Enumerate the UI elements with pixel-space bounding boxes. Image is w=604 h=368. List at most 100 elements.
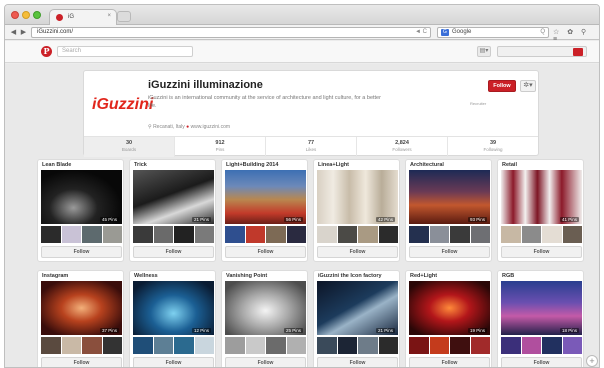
board-cover-image: 45 Pins (41, 170, 122, 224)
board-pin-count: 45 Pins (99, 217, 119, 222)
board-cover-image: 93 Pins (409, 170, 490, 224)
url-text: iGuzzini.com/ (37, 29, 74, 35)
stat-followers[interactable]: 2,824 Followers (357, 137, 448, 157)
board-cover-image: 56 Pins (225, 170, 306, 224)
board-card[interactable]: RGB 18 Pins Follow (497, 270, 584, 367)
board-card[interactable]: Trick 21 Pins Follow (129, 159, 216, 262)
board-pin-count: 21 Pins (375, 328, 395, 333)
main-content: iGuzzini iGuzzini illuminazione iGuzzini… (5, 64, 599, 367)
profile-meta: Recruiter (470, 101, 487, 106)
board-title: Vanishing Point (226, 273, 268, 279)
board-title: Instagram (42, 273, 69, 279)
forward-icon[interactable]: ▶ (19, 28, 28, 37)
board-card[interactable]: Architectural 93 Pins Follow (405, 159, 492, 262)
board-pin-count: 42 Pins (375, 217, 395, 222)
board-cover-image: 21 Pins (317, 281, 398, 335)
board-pin-count: 19 Pins (467, 328, 487, 333)
browser-tab[interactable]: iG × (49, 9, 117, 25)
pinterest-search-input[interactable]: Search (57, 46, 193, 57)
board-title: Light+Building 2014 (226, 162, 279, 168)
board-pin-count: 56 Pins (283, 217, 303, 222)
notification-icon[interactable] (573, 48, 583, 56)
board-follow-button[interactable]: Follow (409, 357, 490, 367)
board-thumbnails (501, 337, 582, 354)
board-follow-button[interactable]: Follow (225, 246, 306, 258)
board-card[interactable]: Light+Building 2014 56 Pins Follow (221, 159, 308, 262)
close-window-button[interactable] (11, 11, 19, 19)
board-title: Linea+Light (318, 162, 350, 168)
board-card[interactable]: Retail 41 Pins Follow (497, 159, 584, 262)
board-thumbnails (501, 226, 582, 243)
profile-location: ⚲ Recanati, Italy ● www.iguzzini.com (148, 124, 230, 130)
follow-all-button[interactable]: Follow (488, 80, 516, 92)
board-card[interactable]: Instagram 37 Pins Follow (37, 270, 124, 367)
board-cover-image: 19 Pins (409, 281, 490, 335)
board-cover-image: 21 Pins (133, 170, 214, 224)
board-follow-button[interactable]: Follow (133, 246, 214, 258)
board-follow-button[interactable]: Follow (317, 357, 398, 367)
board-thumbnails (317, 226, 398, 243)
stat-boards[interactable]: 30 Boards (84, 137, 175, 157)
reload-icon[interactable]: ◄ C (415, 28, 427, 37)
board-title: Red+Light (410, 273, 438, 279)
profile-name: iGuzzini illuminazione (148, 79, 263, 91)
board-follow-button[interactable]: Follow (133, 357, 214, 367)
board-follow-button[interactable]: Follow (41, 357, 122, 367)
pinterest-header: P Search ▤▾ (5, 41, 599, 63)
board-pin-count: 25 Pins (283, 328, 303, 333)
board-cover-image: 12 Pins (133, 281, 214, 335)
location-text: Recanati, Italy (153, 124, 185, 130)
board-pin-count: 21 Pins (191, 217, 211, 222)
screenshot-frame: iG × ◀ ▶ iGuzzini.com/ ◄ C G Google Q ☆ … (0, 0, 604, 368)
board-thumbnails (41, 337, 122, 354)
pinterest-favicon-icon (56, 14, 63, 21)
board-pin-count: 18 Pins (559, 328, 579, 333)
board-card[interactable]: Wellness 12 Pins Follow (129, 270, 216, 367)
settings-gear-icon[interactable]: ✲▾ (520, 80, 536, 92)
back-icon[interactable]: ◀ (9, 28, 18, 37)
board-cover-image: 25 Pins (225, 281, 306, 335)
board-follow-button[interactable]: Follow (409, 246, 490, 258)
stat-pins[interactable]: 912 Pins (175, 137, 266, 157)
browser-window: iG × ◀ ▶ iGuzzini.com/ ◄ C G Google Q ☆ … (4, 4, 600, 368)
board-follow-button[interactable]: Follow (225, 357, 306, 367)
website-link[interactable]: www.iguzzini.com (191, 124, 230, 130)
category-menu-icon[interactable]: ▤▾ (477, 46, 491, 57)
board-thumbnails (409, 337, 490, 354)
stat-likes[interactable]: 77 Likes (266, 137, 357, 157)
new-tab-button[interactable] (117, 11, 131, 22)
board-card[interactable]: iGuzzini the Icon factory 21 Pins Follow (313, 270, 400, 367)
search-engine-label: Google (452, 29, 472, 35)
board-thumbnails (409, 226, 490, 243)
board-cover-image: 41 Pins (501, 170, 582, 224)
board-follow-button[interactable]: Follow (41, 246, 122, 258)
board-title: Retail (502, 162, 517, 168)
search-engine-input[interactable]: G Google Q (437, 27, 549, 38)
minimize-window-button[interactable] (22, 11, 30, 19)
pinterest-logo-icon[interactable]: P (41, 46, 52, 57)
profile-description: iGuzzini is an international community a… (148, 95, 381, 109)
board-cover-image: 37 Pins (41, 281, 122, 335)
board-follow-button[interactable]: Follow (317, 246, 398, 258)
board-cover-image: 42 Pins (317, 170, 398, 224)
stat-following[interactable]: 39 Following (448, 137, 538, 157)
board-title: Trick (134, 162, 147, 168)
board-follow-button[interactable]: Follow (501, 357, 582, 367)
board-card[interactable]: Lean Blade 45 Pins Follow (37, 159, 124, 262)
board-card[interactable]: Linea+Light 42 Pins Follow (313, 159, 400, 262)
profile-stats: 30 Boards 912 Pins 77 Likes 2,824 Followers … (84, 136, 538, 157)
board-pin-count: 41 Pins (559, 217, 579, 222)
maximize-window-button[interactable] (33, 11, 41, 19)
board-pin-count: 12 Pins (191, 328, 211, 333)
board-title: iGuzzini the Icon factory (318, 273, 382, 279)
board-thumbnails (317, 337, 398, 354)
board-follow-button[interactable]: Follow (501, 246, 582, 258)
board-card[interactable]: Red+Light 19 Pins Follow (405, 270, 492, 367)
board-card[interactable]: Vanishing Point 25 Pins Follow (221, 270, 308, 367)
board-cover-image: 18 Pins (501, 281, 582, 335)
board-thumbnails (225, 226, 306, 243)
url-input[interactable]: iGuzzini.com/ ◄ C (31, 27, 431, 38)
search-icon[interactable]: Q (540, 28, 545, 37)
add-pin-plus-icon[interactable]: + (586, 355, 598, 367)
tab-close-icon[interactable]: × (107, 13, 111, 19)
